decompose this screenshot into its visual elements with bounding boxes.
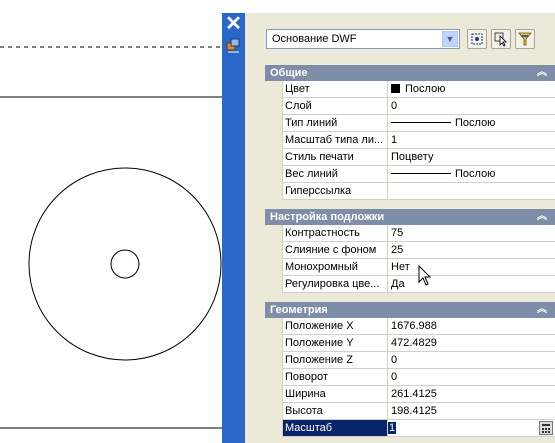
property-name: Тип линий [282, 115, 388, 131]
property-row-rotation[interactable]: Поворот 0 [265, 369, 555, 386]
property-value[interactable]: Послою [388, 115, 555, 131]
drawing-geometry [0, 46, 222, 429]
toggle-pickadd-icon[interactable] [515, 29, 535, 49]
section-geometry-grid: Положение X 1676.988 Положение Y 472.482… [265, 318, 555, 437]
property-value[interactable]: 0 [388, 369, 555, 385]
property-row-hyperlink[interactable]: Гиперссылка [265, 183, 555, 200]
select-objects-icon[interactable] [491, 29, 511, 49]
property-row-linetype[interactable]: Тип линий Послою [265, 115, 555, 132]
property-name: Масштаб [282, 420, 388, 436]
property-row-contrast[interactable]: Контрастность 75 [265, 225, 555, 242]
property-name: Положение Y [282, 335, 388, 351]
lineweight-sample-icon [391, 173, 451, 174]
property-value[interactable]: 1 [388, 132, 555, 148]
property-row-scale[interactable]: Масштаб 1 [265, 420, 555, 437]
property-value[interactable]: Да [388, 276, 555, 292]
property-name: Масштаб типа ли... [282, 132, 388, 148]
property-row-position-z[interactable]: Положение Z 0 [265, 352, 555, 369]
property-value[interactable]: 1 [388, 420, 555, 436]
property-name: Положение X [282, 318, 388, 334]
property-name: Цвет [282, 81, 388, 97]
collapse-icon[interactable]: ︽ [537, 209, 547, 225]
property-name: Вес линий [282, 166, 388, 182]
collapse-icon[interactable]: ︽ [537, 65, 547, 81]
section-general-header[interactable]: Общие ︽ [265, 65, 555, 81]
property-row-fade[interactable]: Слияние с фоном 25 [265, 242, 555, 259]
property-name: Высота [282, 403, 388, 419]
scale-edit-field[interactable]: 1 [388, 420, 535, 436]
property-name: Поворот [282, 369, 388, 385]
property-value[interactable]: 1676.988 [388, 318, 555, 334]
property-name: Контрастность [282, 225, 388, 241]
property-row-linetype-scale[interactable]: Масштаб типа ли... 1 [265, 132, 555, 149]
palette-titlebar[interactable]: ✕ [222, 13, 245, 443]
object-type-value: Основание DWF [272, 33, 357, 45]
property-name: Слияние с фоном [282, 242, 388, 258]
scale-edit-value: 1 [388, 422, 397, 434]
calculator-icon[interactable] [539, 421, 553, 435]
property-row-adjust-colors[interactable]: Регулировка цве... Да [265, 276, 555, 293]
property-value[interactable]: Нет [388, 259, 555, 275]
outer-circle [28, 167, 222, 361]
section-title: Геометрия [270, 304, 328, 316]
section-underlay-grid: Контрастность 75 Слияние с фоном 25 Моно… [265, 225, 555, 293]
properties-settings-icon[interactable] [225, 37, 242, 54]
drawing-canvas[interactable] [0, 0, 222, 443]
section-title: Общие [270, 67, 308, 79]
property-row-height[interactable]: Высота 198.4125 [265, 403, 555, 420]
property-value[interactable]: 75 [388, 225, 555, 241]
property-row-monochrome[interactable]: Монохромный Нет [265, 259, 555, 276]
collapse-icon[interactable]: ︽ [537, 302, 547, 318]
section-underlay-header[interactable]: Настройка подложки ︽ [265, 209, 555, 225]
property-value[interactable]: Послою [388, 166, 555, 182]
property-value[interactable]: 198.4125 [388, 403, 555, 419]
close-icon[interactable]: ✕ [225, 14, 242, 34]
property-row-width[interactable]: Ширина 261.4125 [265, 386, 555, 403]
property-name: Монохромный [282, 259, 388, 275]
section-title: Настройка подложки [270, 211, 385, 223]
property-row-lineweight[interactable]: Вес линий Послою [265, 166, 555, 183]
property-value[interactable]: 0 [388, 352, 555, 368]
property-row-plot-style[interactable]: Стиль печати Поцвету [265, 149, 555, 166]
chevron-down-icon[interactable]: ▼ [442, 31, 458, 47]
mouse-cursor-icon [418, 265, 432, 286]
section-geometry-header[interactable]: Геометрия ︽ [265, 302, 555, 318]
property-value[interactable]: 472.4829 [388, 335, 555, 351]
property-name: Стиль печати [282, 149, 388, 165]
properties-panel: Основание DWF ▼ Общие ︽ Цвет Послою Слой… [245, 13, 555, 443]
property-value[interactable]: Поцвету [388, 149, 555, 165]
property-name: Регулировка цве... [282, 276, 388, 292]
property-name: Ширина [282, 386, 388, 402]
property-name: Положение Z [282, 352, 388, 368]
property-value[interactable]: 261.4125 [388, 386, 555, 402]
property-name: Гиперссылка [282, 183, 388, 199]
property-row-position-x[interactable]: Положение X 1676.988 [265, 318, 555, 335]
property-name: Слой [282, 98, 388, 114]
object-type-select[interactable]: Основание DWF ▼ [266, 29, 460, 49]
property-row-color[interactable]: Цвет Послою [265, 81, 555, 98]
quick-select-icon[interactable] [467, 29, 487, 49]
linetype-sample-icon [391, 122, 451, 123]
inner-circle [110, 249, 140, 279]
property-value[interactable]: Послою [388, 81, 555, 97]
property-row-layer[interactable]: Слой 0 [265, 98, 555, 115]
property-value[interactable] [388, 183, 555, 199]
property-value[interactable]: 0 [388, 98, 555, 114]
section-general-grid: Цвет Послою Слой 0 Тип линий Послою Масш… [265, 81, 555, 200]
property-row-position-y[interactable]: Положение Y 472.4829 [265, 335, 555, 352]
color-swatch-icon [391, 84, 400, 93]
property-value[interactable]: 25 [388, 242, 555, 258]
